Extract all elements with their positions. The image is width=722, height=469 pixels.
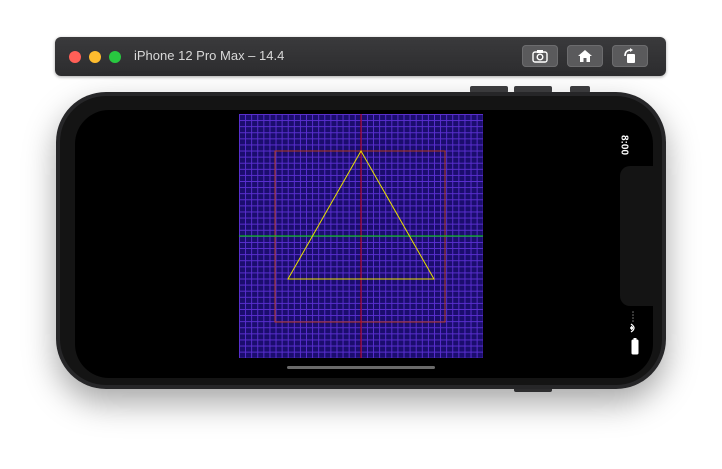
home-indicator[interactable] bbox=[287, 366, 435, 369]
home-icon bbox=[578, 50, 592, 62]
geometry-drawing bbox=[239, 114, 483, 358]
simulator-title-bar: iPhone 12 Pro Max – 14.4 bbox=[55, 37, 666, 76]
rotate-button[interactable] bbox=[612, 45, 648, 67]
device-notch bbox=[620, 166, 654, 306]
minimize-window-button[interactable] bbox=[89, 51, 101, 63]
home-button[interactable] bbox=[567, 45, 603, 67]
grid-canvas[interactable] bbox=[239, 114, 483, 358]
zoom-window-button[interactable] bbox=[109, 51, 121, 63]
camera-icon bbox=[532, 50, 548, 63]
window-title: iPhone 12 Pro Max – 14.4 bbox=[134, 48, 285, 63]
screenshot-button[interactable] bbox=[522, 45, 558, 67]
status-time: 8:00 bbox=[618, 134, 630, 156]
close-window-button[interactable] bbox=[69, 51, 81, 63]
rotate-icon bbox=[624, 48, 635, 63]
battery-icon bbox=[631, 338, 639, 355]
simulator-stage: iPhone 12 Pro Max – 14.4 8:00 bbox=[0, 0, 722, 469]
wifi-icon bbox=[630, 323, 635, 333]
